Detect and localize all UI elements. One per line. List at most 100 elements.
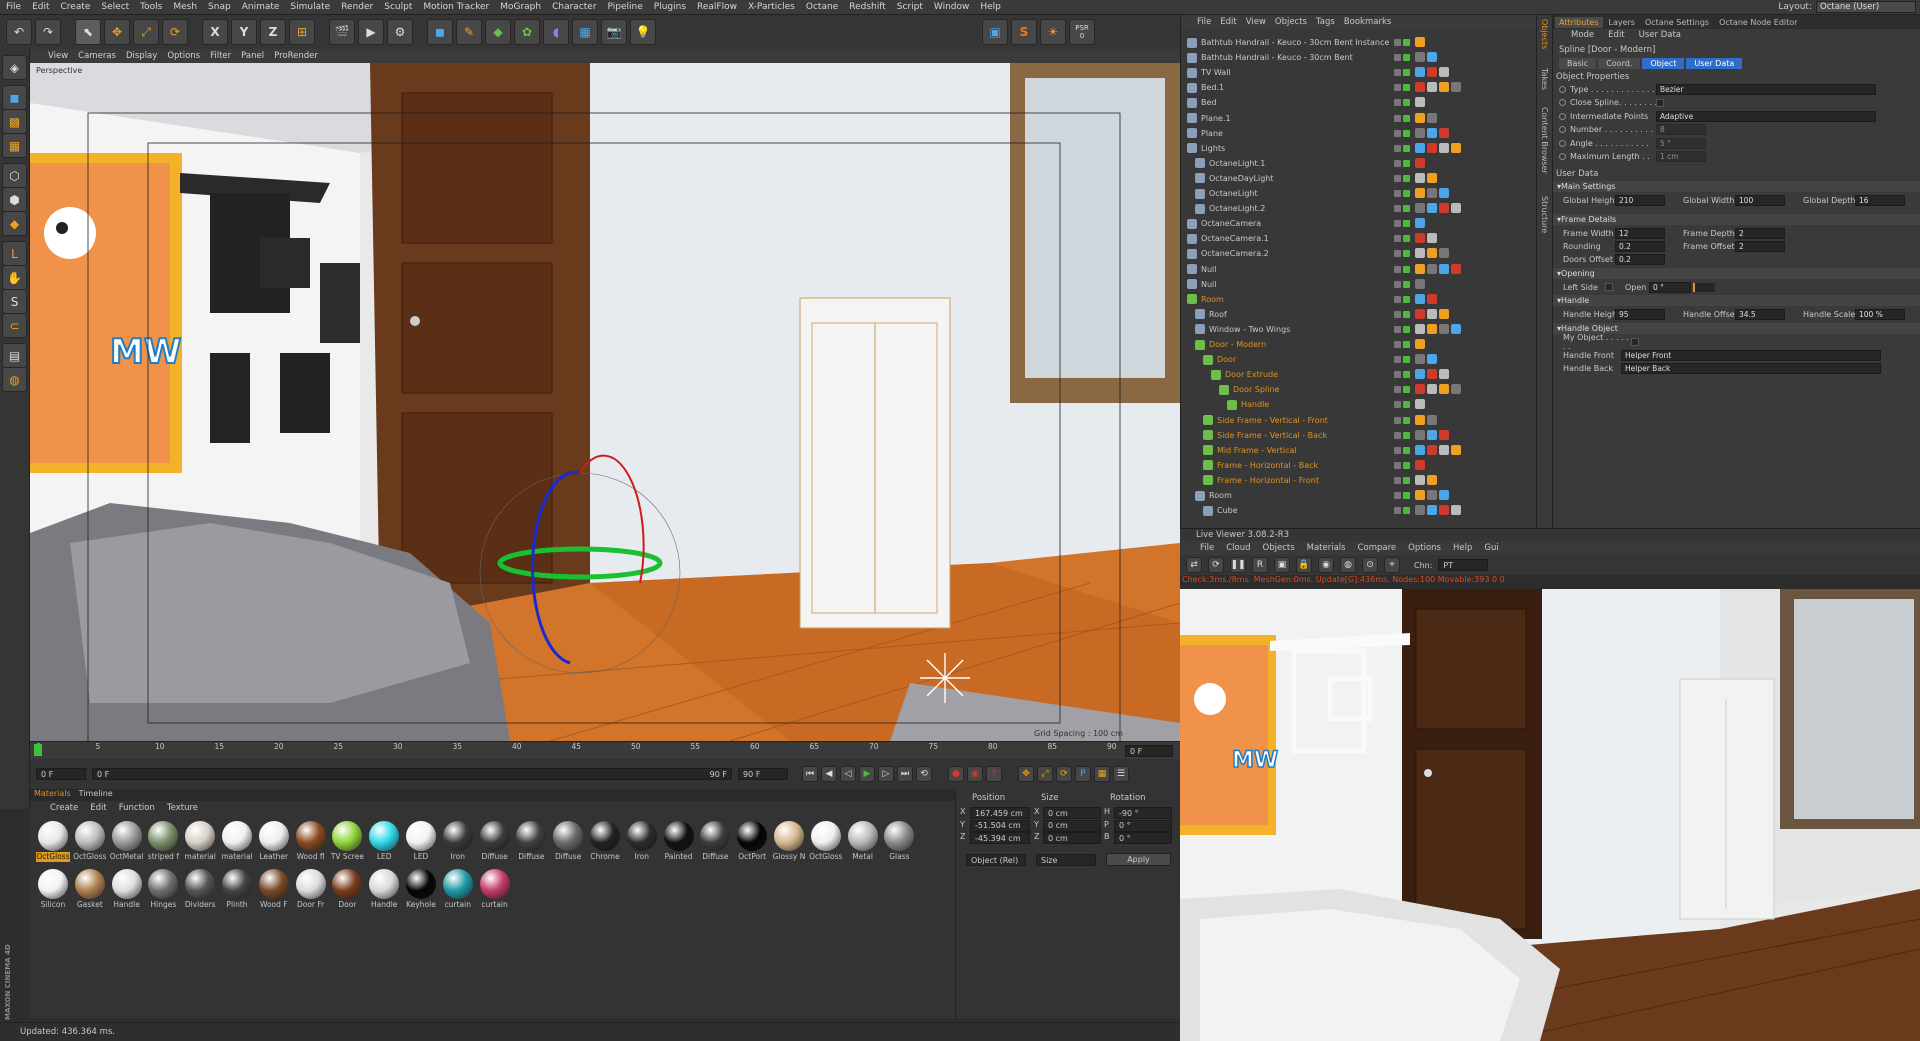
menu-mesh[interactable]: Mesh [173,2,197,12]
tag-icon[interactable] [1451,263,1461,274]
material-swatch[interactable]: Door Fr [294,869,328,910]
menu-create[interactable]: Create [61,2,91,12]
object-row[interactable]: Mid Frame - Vertical [1181,443,1553,458]
object-visibility-flags[interactable] [1394,220,1410,228]
object-visibility-flags[interactable] [1394,461,1410,469]
material-swatch[interactable]: Iron [441,821,475,862]
tag-icon[interactable] [1427,188,1437,198]
model-mode-icon[interactable]: ◼ [2,85,27,110]
cube-primitive-button[interactable]: ◼ [427,19,453,45]
coord-size-field[interactable]: 0 cm [1043,819,1101,832]
object-row[interactable]: Null [1181,277,1553,292]
render-settings-button[interactable]: ⚙ [387,19,413,45]
object-visibility-flags[interactable] [1394,190,1410,197]
visibility-dot-icon[interactable] [1394,265,1401,273]
tab-attributes[interactable]: Attributes [1555,16,1603,28]
tag-icon[interactable] [1427,490,1437,500]
visibility-dot-icon[interactable] [1394,129,1401,137]
visibility-dot-icon[interactable] [1394,310,1401,318]
visibility-dot-icon[interactable] [1394,220,1401,228]
menu-snap[interactable]: Snap [208,2,231,12]
material-swatch[interactable]: LED [367,821,401,862]
visibility-dot-icon[interactable] [1403,356,1410,364]
visibility-dot-icon[interactable] [1394,174,1401,182]
object-visibility-flags[interactable] [1394,235,1410,243]
menu-simulate[interactable]: Simulate [290,2,330,12]
subtab-coord[interactable]: Coord. [1598,58,1641,69]
object-row[interactable]: TV Wall [1181,65,1553,80]
object-row[interactable]: Room [1181,292,1553,307]
tag-icon[interactable] [1439,188,1449,198]
object-visibility-flags[interactable] [1394,386,1410,394]
material-swatch[interactable]: Keyhole [404,869,438,910]
lv-pick-icon[interactable]: ⌖ [1384,557,1400,573]
object-row[interactable]: Door Extrude [1181,367,1553,382]
tag-icon[interactable] [1439,490,1449,500]
tag-icon[interactable] [1415,399,1425,410]
viewport-menu-cameras[interactable]: Cameras [78,51,116,61]
object-row[interactable]: OctaneLight.1 [1181,156,1553,171]
step-back-icon[interactable]: ◀ [821,766,837,782]
menu-sculpt[interactable]: Sculpt [384,2,412,12]
material-swatch[interactable]: striped f [146,821,180,862]
octane-render-button[interactable]: ▣ [982,19,1008,45]
side-tab[interactable]: Content Browser [1540,107,1549,174]
coord-pos-field[interactable]: -51.504 cm [970,819,1030,832]
material-swatch[interactable]: Leather [257,821,291,862]
object-visibility-flags[interactable] [1394,205,1410,213]
object-row[interactable]: Null [1181,262,1553,277]
snap-icon[interactable]: S [2,289,27,314]
lv-material-icon[interactable]: ◉ [1318,557,1334,573]
lv-save-icon[interactable]: ▣ [1274,557,1290,573]
visibility-dot-icon[interactable] [1394,446,1401,454]
play-icon[interactable]: ▶ [859,766,875,782]
visibility-dot-icon[interactable] [1394,99,1401,107]
animate-dot-icon[interactable] [1559,99,1566,106]
visibility-dot-icon[interactable] [1394,190,1401,197]
material-swatch[interactable]: Iron [625,821,659,862]
material-swatch[interactable]: Hinges [146,869,180,910]
animate-dot-icon[interactable] [1559,126,1566,133]
preview-range-field[interactable]: 0 F 90 F [92,768,732,780]
visibility-dot-icon[interactable] [1394,295,1401,303]
visibility-dot-icon[interactable] [1403,371,1410,379]
play-reverse-icon[interactable]: ◁ [840,766,856,782]
visibility-dot-icon[interactable] [1394,492,1401,499]
tag-icon[interactable] [1415,218,1425,229]
start-frame-field[interactable]: 0 F [36,768,86,780]
tag-icon[interactable] [1451,323,1461,334]
property-value[interactable]: 1 cm [1656,151,1706,162]
object-visibility-flags[interactable] [1394,476,1410,484]
object-row[interactable]: Plane [1181,126,1553,141]
visibility-dot-icon[interactable] [1403,476,1410,484]
object-row[interactable]: Door - Modern [1181,337,1553,352]
property-value[interactable]: Adaptive [1656,110,1876,122]
visibility-dot-icon[interactable] [1394,431,1401,439]
tag-icon[interactable] [1451,444,1461,455]
tag-icon[interactable] [1427,82,1437,93]
visibility-dot-icon[interactable] [1403,129,1410,137]
object-row[interactable]: OctaneCamera.1 [1181,231,1553,246]
key-rotation-icon[interactable]: ⟳ [1056,766,1072,782]
attr-menu-edit[interactable]: Edit [1608,30,1624,40]
material-swatch[interactable]: OctGloss [73,821,107,862]
menu-edit[interactable]: Edit [32,2,49,12]
tweak-mode-icon[interactable]: ✋ [2,265,27,290]
visibility-dot-icon[interactable] [1403,431,1410,439]
tag-icon[interactable] [1439,308,1449,319]
tag-icon[interactable] [1415,127,1425,138]
psr-button[interactable]: PSR 0 [1069,19,1095,45]
coord-rot-field[interactable]: -90 ° [1114,807,1172,819]
animate-dot-icon[interactable] [1559,112,1566,120]
menu-script[interactable]: Script [897,2,923,12]
visibility-dot-icon[interactable] [1394,235,1401,243]
coord-size-field[interactable]: 0 cm [1043,807,1101,819]
material-swatch[interactable]: Wood F [257,869,291,910]
material-swatch[interactable]: Diffuse [478,821,512,862]
object-row[interactable]: OctaneCamera [1181,216,1553,231]
lv-menu-objects[interactable]: Objects [1263,543,1295,553]
visibility-dot-icon[interactable] [1403,310,1410,318]
field-value[interactable]: 0.2 [1615,253,1665,265]
visibility-dot-icon[interactable] [1403,250,1410,258]
z-axis-lock-button[interactable]: Z [260,19,286,45]
